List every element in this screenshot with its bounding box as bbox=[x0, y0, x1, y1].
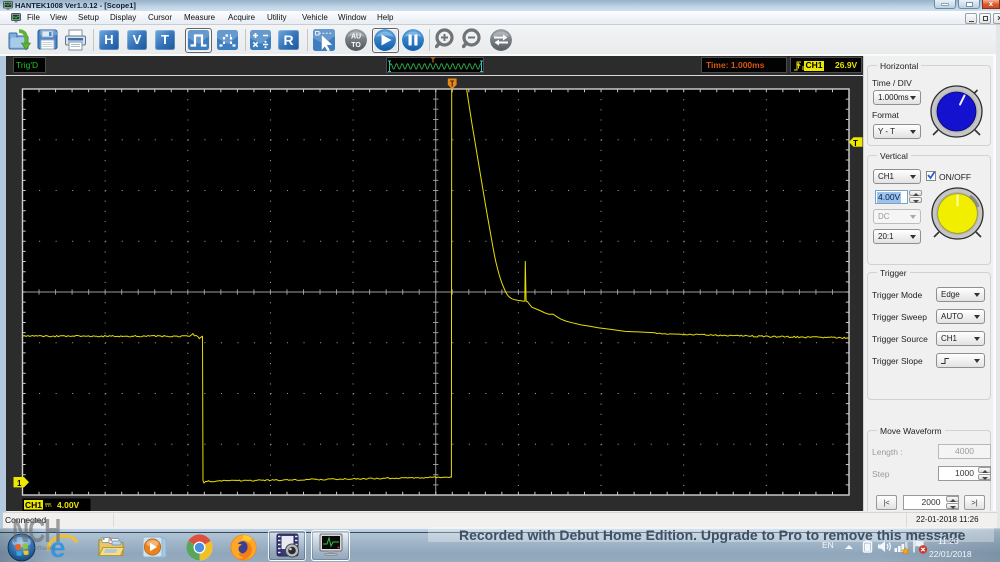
svg-text:CH1: CH1 bbox=[25, 500, 42, 510]
svg-text:AU: AU bbox=[351, 34, 361, 41]
svg-text:T: T bbox=[853, 139, 858, 148]
svg-text:T: T bbox=[431, 58, 436, 65]
svg-text:1: 1 bbox=[17, 479, 22, 488]
svg-text:TO: TO bbox=[351, 42, 361, 49]
svg-text:4.00V: 4.00V bbox=[57, 500, 80, 510]
